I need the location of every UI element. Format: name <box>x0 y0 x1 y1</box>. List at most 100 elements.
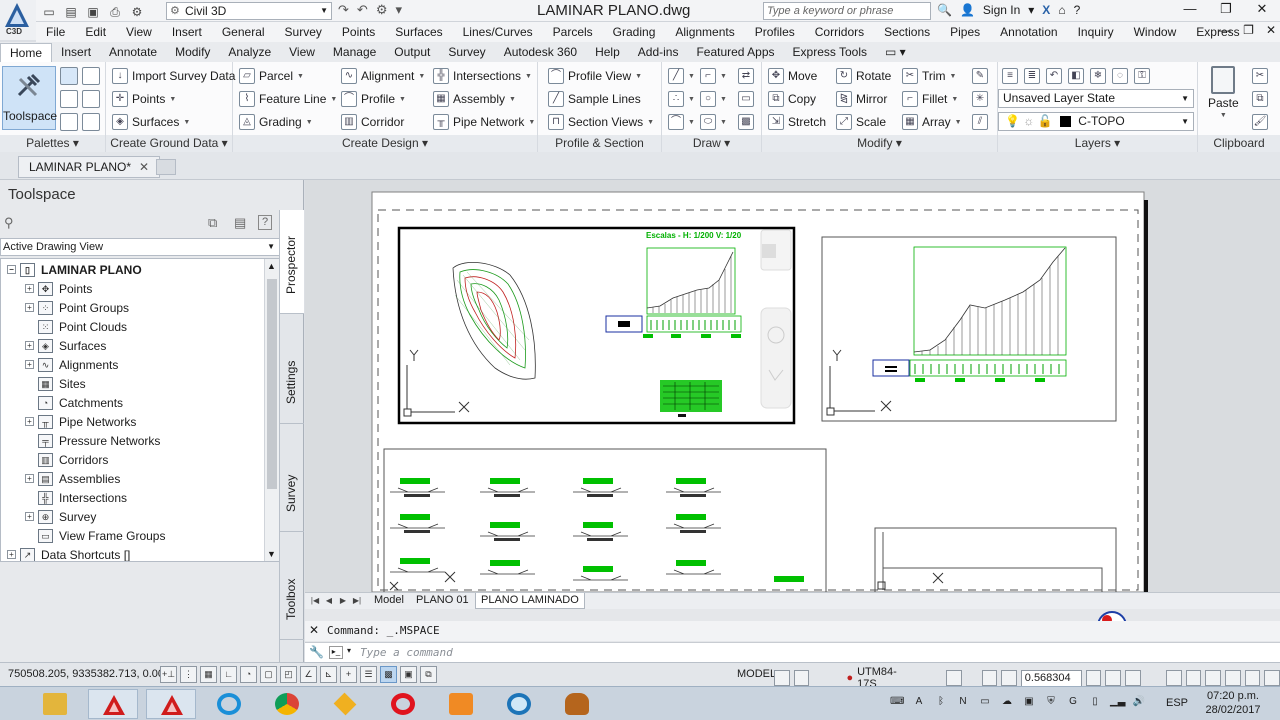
lock-ui-icon[interactable] <box>1185 670 1202 686</box>
workspace-switch-icon[interactable] <box>1166 670 1182 686</box>
taskbar-ie[interactable] <box>204 689 254 719</box>
draw-title[interactable]: Draw ▾ <box>662 135 761 152</box>
menu-profiles[interactable]: Profiles <box>745 22 805 42</box>
tree-data-shortcuts[interactable]: + ↗ Data Shortcuts [] <box>7 545 130 561</box>
prospector-icon[interactable] <box>60 67 78 85</box>
taskbar-search-app[interactable] <box>494 689 544 719</box>
close-tab-icon[interactable]: ✕ <box>139 160 149 174</box>
layer-lock-icon[interactable]: ⚿ <box>1134 68 1150 84</box>
scale-button[interactable]: ⤢ Scale <box>836 112 886 132</box>
coordinates-readout[interactable]: 750508.205, 9335382.713, 0.000 <box>8 668 170 680</box>
menu-alignments[interactable]: Alignments <box>665 22 744 42</box>
rectangle-tool[interactable]: ▭ <box>738 89 754 109</box>
layout-tab-plano-01[interactable]: PLANO 01 <box>411 593 474 609</box>
menu-pipes[interactable]: Pipes <box>940 22 990 42</box>
lineweight-icon[interactable]: ☰ <box>360 666 377 683</box>
menu-annotation[interactable]: Annotation <box>990 22 1067 42</box>
tree-item-pipe-networks[interactable]: + ╥ Pipe Networks <box>25 412 136 431</box>
tree-item-pressure-networks[interactable]: ╤ Pressure Networks <box>25 431 160 450</box>
scroll-down-icon[interactable]: ▼ <box>267 549 276 559</box>
more-icon[interactable]: ▾ <box>395 2 402 18</box>
feature-line-button[interactable]: ⌇ Feature Line ▼ <box>239 89 337 109</box>
language-indicator[interactable]: ESP <box>1166 697 1188 709</box>
ribbon-minimize-icon[interactable]: ▭ ▾ <box>876 43 915 62</box>
grading-button[interactable]: ◬ Grading ▼ <box>239 112 313 132</box>
menu-grading[interactable]: Grading <box>603 22 666 42</box>
corridor-button[interactable]: ▥ Corridor <box>341 112 404 132</box>
menu-inquiry[interactable]: Inquiry <box>1068 22 1124 42</box>
a360-icon[interactable]: ⌂ <box>1058 3 1065 17</box>
pipe-network-button[interactable]: ╥ Pipe Network ▼ <box>433 112 535 132</box>
layout-tab-model[interactable]: Model <box>369 593 409 609</box>
cut-tool[interactable]: ✂ <box>1252 66 1268 86</box>
signal-icon[interactable]: ▁▃ <box>1110 695 1125 709</box>
properties-icon[interactable] <box>60 113 78 131</box>
menu-corridors[interactable]: Corridors <box>805 22 874 42</box>
vtab-prospector[interactable]: Prospector <box>280 210 304 314</box>
ribbon-tab-home[interactable]: Home <box>0 43 53 62</box>
mirror-button[interactable]: ⧎ Mirror <box>836 89 887 109</box>
vtab-settings[interactable]: Settings <box>280 320 304 424</box>
paste-button[interactable]: Paste ▼ <box>1208 66 1239 126</box>
ribbon-tab-modify[interactable]: Modify <box>166 43 219 62</box>
drawing-canvas[interactable]: Escalas - H: 1/200 V: 1/20 <box>305 180 1280 592</box>
polar-icon[interactable]: ◔ <box>240 666 257 683</box>
next-layout-icon[interactable]: ▶ <box>337 594 349 607</box>
taskbar-media[interactable] <box>436 689 486 719</box>
view-select[interactable]: Active Drawing View ▼ <box>0 238 280 256</box>
new-file-icon[interactable]: ▭ <box>40 2 58 20</box>
stretch-button[interactable]: ⇲ Stretch <box>768 112 826 132</box>
alignment-button[interactable]: ∿ Alignment ▼ <box>341 66 425 86</box>
menu-window[interactable]: Window <box>1124 22 1187 42</box>
taskbar-explorer[interactable] <box>30 689 80 719</box>
bluetooth-icon[interactable]: ᛒ <box>934 695 948 709</box>
app-menu-button[interactable]: C3D <box>0 0 36 40</box>
keyboard-icon[interactable]: ⌨ <box>890 695 904 709</box>
phone-icon[interactable]: ▯ <box>1088 695 1102 709</box>
menu-insert[interactable]: Insert <box>162 22 212 42</box>
layer-previous-icon[interactable]: ↶ <box>1046 68 1062 84</box>
annotation-visibility-icon[interactable] <box>1085 670 1102 686</box>
g-icon[interactable]: G <box>1066 695 1080 709</box>
clock[interactable]: 07:20 p.m. 28/02/2017 <box>1200 689 1266 717</box>
ribbon-tab-autodesk-360[interactable]: Autodesk 360 <box>495 43 586 62</box>
tree-item-point-clouds[interactable]: ⁙ Point Clouds <box>25 317 127 336</box>
move-button[interactable]: ✥ Move <box>768 66 817 86</box>
match-prop-tool[interactable]: 🖌 <box>1252 112 1268 132</box>
autodesk-icon[interactable]: A <box>912 695 926 709</box>
ribbon-tab-survey[interactable]: Survey <box>439 43 494 62</box>
circle-tool[interactable]: ○ ▼ <box>700 89 727 109</box>
tree-item-points[interactable]: + ✥ Points <box>25 279 92 298</box>
taskbar-baseball[interactable] <box>552 689 602 719</box>
osnap-icon[interactable]: ▢ <box>260 666 277 683</box>
doc-tab-laminar-plano[interactable]: LAMINAR PLANO* ✕ <box>18 156 161 178</box>
layer-freeze-icon[interactable]: ❄ <box>1090 68 1106 84</box>
menu-survey[interactable]: Survey <box>275 22 332 42</box>
surfaces-button[interactable]: ◈ Surfaces ▼ <box>112 112 190 132</box>
3d-osnap-icon[interactable]: ◰ <box>280 666 297 683</box>
keyword-search-input[interactable]: Type a keyword or phrase <box>763 2 931 20</box>
menu-points[interactable]: Points <box>332 22 385 42</box>
vtab-toolbox[interactable]: Toolbox <box>280 536 304 640</box>
viewport-scale-select[interactable]: 0.568304 ▾ <box>1020 669 1082 699</box>
visibility-icon[interactable] <box>1001 670 1017 686</box>
volume-icon[interactable]: 🔊 <box>1132 695 1146 709</box>
help-icon[interactable]: ? <box>258 215 272 230</box>
tree-root[interactable]: − ▯ LAMINAR PLANO <box>7 260 142 279</box>
geolocation-pin-icon[interactable]: ● <box>846 672 853 684</box>
ribbon-tab-manage[interactable]: Manage <box>324 43 385 62</box>
arc-tool[interactable]: ⌒ ▼ <box>668 112 695 132</box>
copy-clip-tool[interactable]: ⧉ <box>1252 89 1268 109</box>
toolbox-icon[interactable] <box>82 90 100 108</box>
tree-item-assemblies[interactable]: + ▤ Assemblies <box>25 469 120 488</box>
modify-title[interactable]: Modify ▾ <box>762 135 997 152</box>
explode-tool[interactable]: ✳ <box>972 89 988 109</box>
ribbon-tab-featured-apps[interactable]: Featured Apps <box>687 43 783 62</box>
close-icon[interactable]: ✕ <box>1244 0 1280 20</box>
current-layer-select[interactable]: 💡 ☼ 🔓 C-TOPO ▼ <box>998 112 1194 131</box>
recent-commands-icon[interactable]: ▾ <box>347 646 351 655</box>
doc-close-icon[interactable]: ✕ <box>1266 23 1276 37</box>
move-lines-tool[interactable]: ⇄ <box>738 66 754 86</box>
annotation-scale-icon[interactable] <box>981 670 998 686</box>
import-survey-data-button[interactable]: ↓ Import Survey Data <box>112 66 235 86</box>
